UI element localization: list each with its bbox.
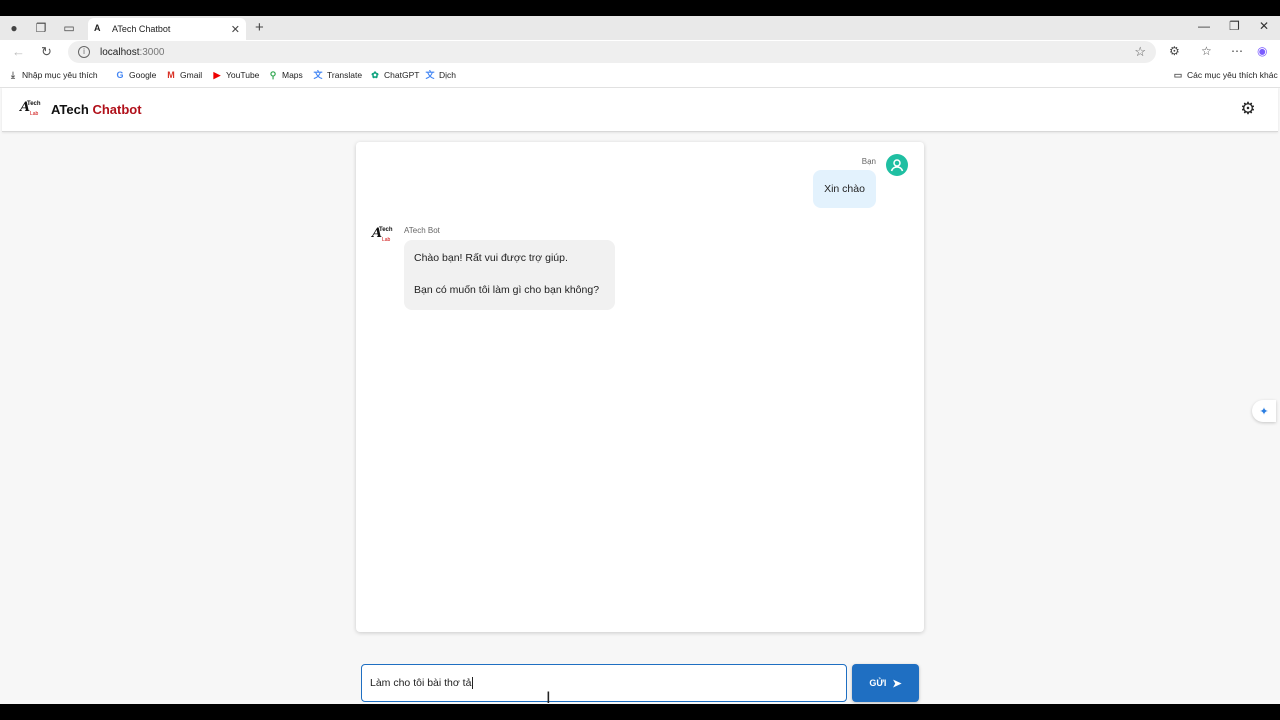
atech-lab-logo: A Tech Lab (20, 100, 42, 120)
logo-lab: Lab (30, 111, 39, 117)
bookmark-chatgpt[interactable]: ✿ ChatGPT (370, 70, 419, 80)
brand-suffix: Chatbot (92, 102, 142, 117)
text-caret (472, 677, 474, 689)
copilot-icon[interactable]: ◉ (1257, 44, 1267, 58)
bookmark-label: Nhập mục yêu thích (22, 70, 98, 80)
bookmark-label: Translate (327, 70, 363, 80)
chat-panel: Bạn Xin chào A Tech Lab ATech Bot Chào b… (356, 142, 924, 632)
window-close-icon[interactable]: ✕ (1259, 19, 1269, 33)
bookmark-import-favorites[interactable]: ⤓ Nhập mục yêu thích (8, 70, 98, 80)
maps-icon: ⚲ (269, 70, 277, 80)
message-sender-user: Bạn (861, 157, 876, 166)
user-avatar-icon (886, 154, 908, 176)
bookmark-label: Google (129, 70, 157, 80)
workspaces-icon[interactable]: ❐ (33, 20, 49, 36)
youtube-icon: ▶ (213, 70, 221, 80)
message-input-value: Làm cho tôi bài thơ tả (370, 677, 472, 689)
brand-prefix: ATech (51, 102, 89, 117)
bot-avatar-logo: A Tech Lab (372, 226, 394, 246)
app-title: ATech Chatbot (51, 102, 142, 117)
url-text: localhost:3000 (100, 47, 165, 58)
more-menu-icon[interactable]: ⋯ (1231, 44, 1243, 58)
screen-top-border (0, 0, 1280, 16)
message-sender-bot: ATech Bot (404, 226, 440, 235)
extensions-icon[interactable]: ⚙ (1169, 44, 1180, 58)
gmail-icon: M (167, 70, 175, 80)
sidebar-assistant-icon[interactable]: ✦ (1252, 400, 1276, 422)
logo-lab: Lab (382, 237, 391, 243)
tab-strip: ● ❐ ▭ A ATech Chatbot ✕ + — ❐ ✕ (0, 16, 1280, 40)
message-input[interactable]: Làm cho tôi bài thơ tả (361, 664, 847, 702)
reload-icon[interactable]: ↻ (41, 44, 52, 60)
bot-message-line: Bạn có muốn tôi làm gì cho bạn không? (414, 284, 600, 296)
user-message-bubble: Xin chào (813, 170, 876, 208)
screen-bottom-border (0, 704, 1280, 720)
tab-actions-icon[interactable]: ▭ (61, 20, 77, 36)
profile-icon[interactable]: ● (6, 20, 22, 36)
bookmark-label: Maps (282, 70, 303, 80)
site-info-icon[interactable]: i (78, 46, 90, 58)
send-arrow-icon: ➤ (892, 677, 902, 690)
logo-tech: Tech (379, 227, 393, 233)
back-icon[interactable]: ← (12, 44, 25, 59)
restore-icon[interactable]: ❐ (1229, 19, 1240, 33)
bookmarks-bar: ⤓ Nhập mục yêu thích G Google M Gmail ▶ YouT… (0, 64, 1280, 88)
translate-icon: 文 (313, 70, 323, 80)
chatbot-page: A Tech Lab ATech Chatbot ⚙ Bạn Xin chào … (2, 88, 1278, 707)
tab-close-icon[interactable]: ✕ (231, 23, 240, 36)
tab-atech-chatbot[interactable]: A ATech Chatbot ✕ (88, 18, 246, 40)
new-tab-button[interactable]: + (255, 19, 264, 36)
navigation-bar: ← ↻ i localhost:3000 ☆ ⚙ ☆ ⋯ ◉ (0, 40, 1280, 64)
favorites-icon[interactable]: ☆ (1201, 44, 1212, 58)
atech-favicon-icon: A (94, 23, 101, 33)
folder-import-icon: ⤓ (11, 70, 15, 80)
minimize-icon[interactable]: — (1198, 19, 1210, 33)
bot-message-bubble: Chào bạn! Rất vui được trợ giúp. Bạn có … (404, 240, 615, 310)
bookmark-dich[interactable]: 文 Dịch (425, 70, 456, 80)
bookmark-label: Các mục yêu thích khác (1187, 70, 1278, 80)
bookmark-label: Dịch (439, 70, 457, 80)
url-host: localhost (100, 46, 140, 58)
favorite-star-icon[interactable]: ☆ (1134, 44, 1146, 60)
bookmark-label: ChatGPT (384, 70, 420, 80)
logo-tech: Tech (27, 101, 41, 107)
bookmark-label: Gmail (180, 70, 203, 80)
browser-window: ● ❐ ▭ A ATech Chatbot ✕ + — ❐ ✕ ← ↻ i lo… (0, 16, 1280, 707)
url-port: :3000 (139, 46, 165, 58)
bookmark-gmail[interactable]: M Gmail (166, 70, 202, 80)
bookmark-translate[interactable]: 文 Translate (313, 70, 362, 80)
app-header: A Tech Lab ATech Chatbot ⚙ (2, 88, 1278, 132)
tab-title: ATech Chatbot (112, 24, 171, 34)
bot-message-line: Chào bạn! Rất vui được trợ giúp. (414, 252, 568, 264)
translate-icon: 文 (425, 70, 435, 80)
bookmark-maps[interactable]: ⚲ Maps (268, 70, 303, 80)
address-bar[interactable]: i localhost:3000 ☆ (68, 41, 1156, 63)
chatgpt-icon: ✿ (371, 70, 379, 80)
send-label: GỬI (869, 678, 887, 688)
bookmark-youtube[interactable]: ▶ YouTube (212, 70, 260, 80)
bookmark-google[interactable]: G Google (115, 70, 156, 80)
google-icon: G (116, 70, 124, 80)
bookmark-label: YouTube (226, 70, 260, 80)
bookmark-other-favorites[interactable]: ▭ Các mục yêu thích khác (1173, 70, 1278, 80)
folder-icon: ▭ (1173, 70, 1183, 80)
settings-gear-icon[interactable]: ⚙ (1239, 100, 1257, 118)
send-button[interactable]: GỬI ➤ (852, 664, 919, 702)
